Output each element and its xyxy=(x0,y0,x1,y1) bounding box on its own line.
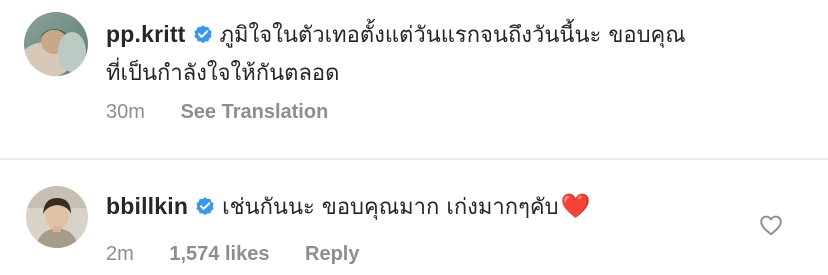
comment-body: bbillkin เช่นกันนะ ขอบคุณมาก เก่งมากๆคับ❤… xyxy=(106,188,808,226)
verified-badge-icon xyxy=(192,23,214,45)
avatar[interactable] xyxy=(24,12,88,76)
comment-line-1: bbillkin เช่นกันนะ ขอบคุณมาก เก่งมากๆคับ❤… xyxy=(106,188,808,226)
comment-body: pp.kritt ภูมิใจในตัวเทอตั้งแต่วันแรกจนถึง… xyxy=(106,16,808,92)
likes-count[interactable]: 1,574 likes xyxy=(169,243,269,266)
comment-line-1: pp.kritt ภูมิใจในตัวเทอตั้งแต่วันแรกจนถึง… xyxy=(106,16,808,54)
heart-outline-icon[interactable] xyxy=(758,212,784,238)
verified-badge-icon xyxy=(194,195,216,217)
comment-meta: 2m 1,574 likes Reply xyxy=(106,243,359,266)
timestamp: 30m xyxy=(106,101,145,123)
see-translation-button[interactable]: See Translation xyxy=(180,101,328,124)
comment-item: bbillkin เช่นกันนะ ขอบคุณมาก เก่งมากๆคับ❤… xyxy=(0,160,828,275)
comment-text: เช่นกันนะ ขอบคุณมาก เก่งมากๆคับ xyxy=(222,195,559,220)
avatar-photo-icon xyxy=(26,186,88,248)
username[interactable]: pp.kritt xyxy=(106,21,186,47)
username[interactable]: bbillkin xyxy=(106,193,188,219)
comment-item: pp.kritt ภูมิใจในตัวเทอตั้งแต่วันแรกจนถึง… xyxy=(0,0,828,158)
avatar-photo-icon xyxy=(24,12,88,76)
comment-text-continued: ที่เป็นกำลังใจให้กันตลอด xyxy=(106,61,340,86)
comment-text: ภูมิใจในตัวเทอตั้งแต่วันแรกจนถึงวันนี้นะ… xyxy=(219,23,686,48)
comment-line-2: ที่เป็นกำลังใจให้กันตลอด xyxy=(106,54,808,92)
timestamp: 2m xyxy=(106,243,134,265)
heart-emoji: ❤️ xyxy=(560,193,591,220)
avatar[interactable] xyxy=(26,186,88,248)
comment-meta: 30m See Translation xyxy=(106,101,328,124)
reply-button[interactable]: Reply xyxy=(305,243,359,266)
